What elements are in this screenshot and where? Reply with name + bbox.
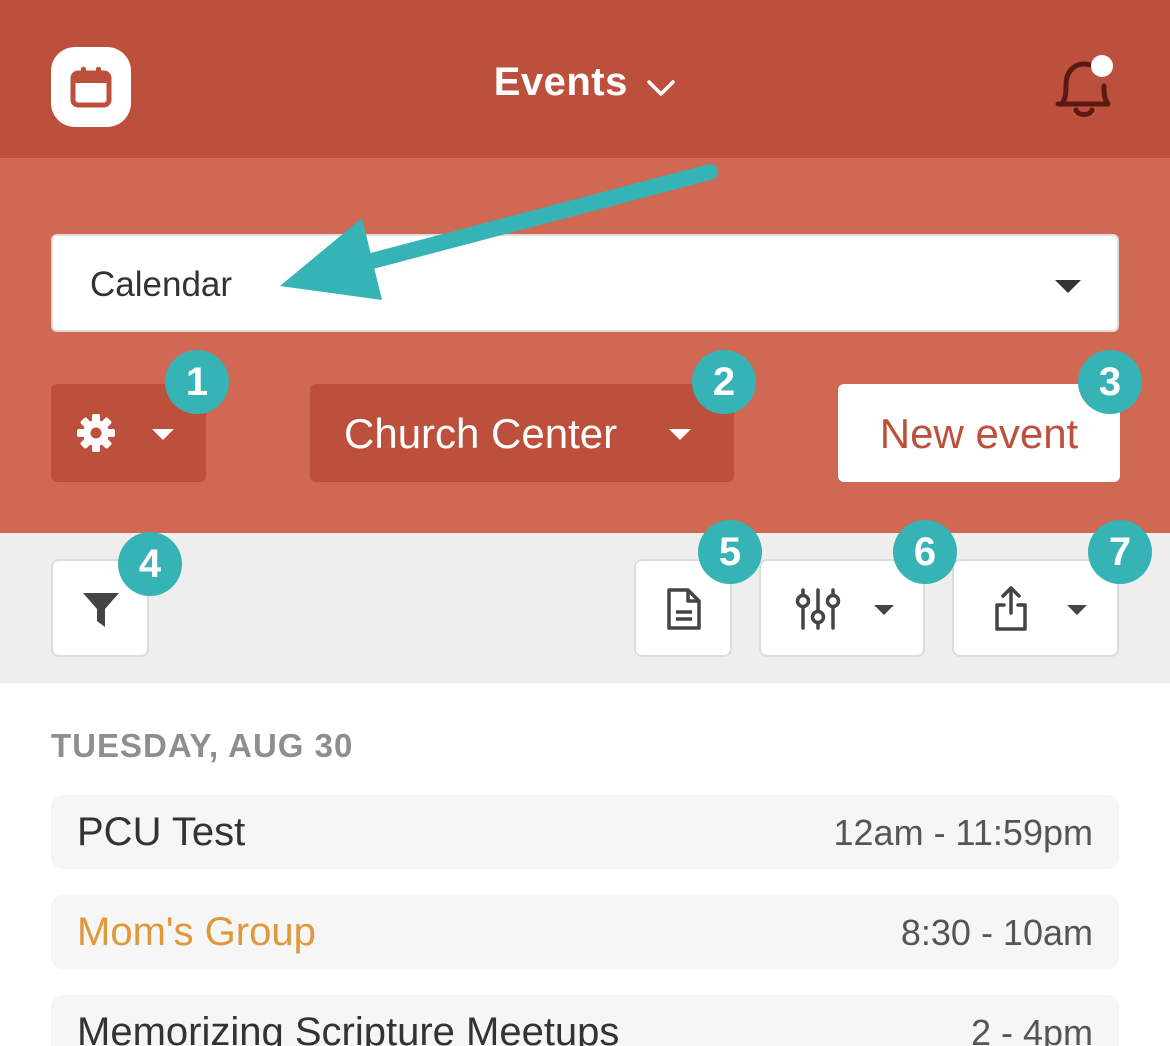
callout-badge-6: 6 (893, 520, 957, 584)
callout-badge-1: 1 (165, 350, 229, 414)
church-center-button[interactable]: Church Center (310, 384, 734, 482)
event-name: PCU Test (77, 810, 246, 854)
app-switcher[interactable]: Events (0, 60, 1170, 105)
callout-badge-7: 7 (1088, 520, 1152, 584)
chevron-down-icon (647, 80, 676, 96)
new-event-label: New event (879, 410, 1079, 457)
gear-icon (77, 414, 115, 452)
document-icon (667, 588, 701, 630)
sliders-icon (795, 588, 841, 630)
caret-down-icon (669, 429, 691, 440)
bell-icon[interactable] (1046, 52, 1122, 122)
columns-button[interactable] (759, 559, 925, 657)
calendar-select-value: Calendar (90, 265, 233, 304)
share-icon (995, 586, 1027, 631)
callout-badge-5: 5 (698, 520, 762, 584)
callout-badge-2: 2 (692, 350, 756, 414)
caret-down-icon (874, 605, 894, 615)
event-time: 12am - 11:59pm (833, 812, 1093, 853)
filter-icon (83, 593, 119, 627)
event-row[interactable]: PCU Test 12am - 11:59pm (51, 795, 1119, 869)
event-time: 8:30 - 10am (900, 912, 1093, 953)
event-row[interactable]: Mom's Group 8:30 - 10am (51, 895, 1119, 969)
event-name: Memorizing Scripture Meetups (77, 1010, 620, 1046)
event-time: 2 - 4pm (970, 1012, 1093, 1046)
new-event-button[interactable]: New event (838, 384, 1120, 482)
caret-down-icon (1067, 605, 1087, 615)
event-row[interactable]: Memorizing Scripture Meetups 2 - 4pm (51, 995, 1119, 1046)
page-title: Events (493, 60, 628, 104)
app-header: Events (0, 0, 1170, 158)
annotation-arrow (280, 164, 718, 300)
caret-down-icon (1055, 280, 1081, 293)
event-name: Mom's Group (77, 910, 316, 954)
church-center-label: Church Center (344, 410, 618, 457)
callout-badge-4: 4 (118, 532, 182, 596)
day-heading: TUESDAY, AUG 30 (51, 727, 354, 764)
export-button[interactable] (952, 559, 1119, 657)
callout-badge-3: 3 (1078, 350, 1142, 414)
caret-down-icon (152, 429, 174, 440)
